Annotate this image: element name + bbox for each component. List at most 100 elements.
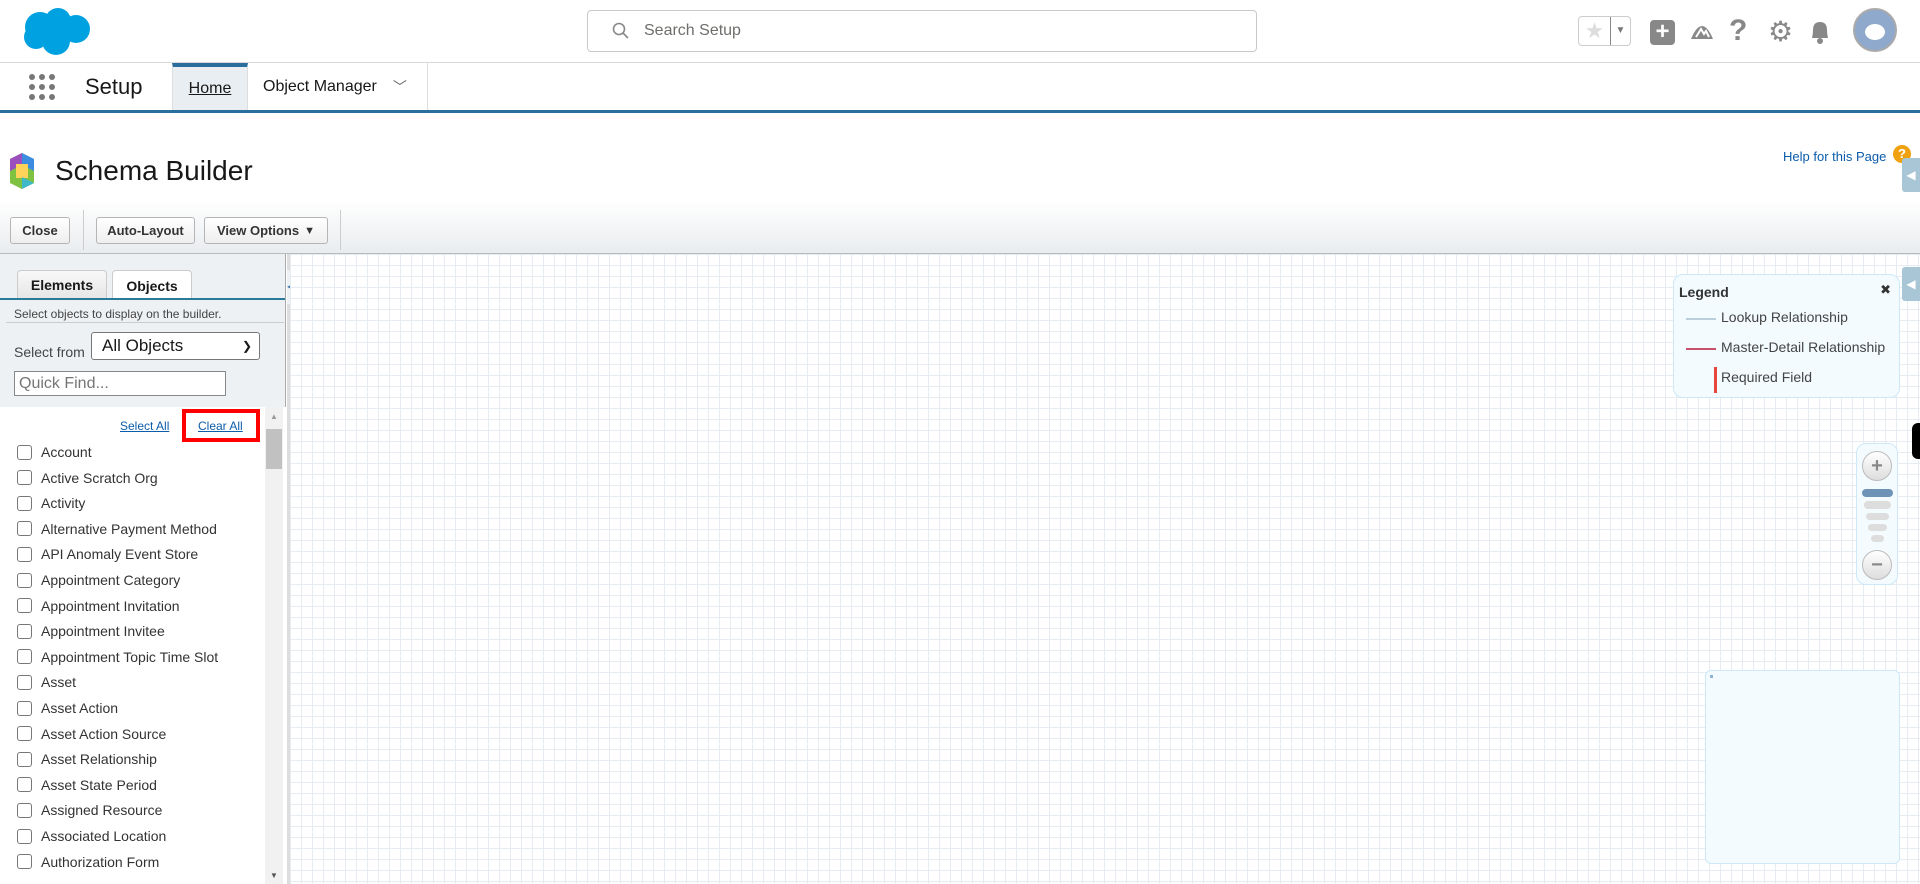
checkbox[interactable] [17,623,32,639]
close-icon[interactable]: ✖ [1880,282,1891,298]
object-label: Appointment Invitation [41,597,180,614]
app-nav-bar: Setup Home Object Manager ﹀ [0,63,1920,110]
help-icon[interactable]: ? [1729,14,1747,48]
select-all-link[interactable]: Select All [120,419,169,433]
zoom-level-1-active[interactable] [1862,489,1893,497]
chevron-down-icon[interactable]: ﹀ [393,77,407,97]
tab-objects[interactable]: Objects [112,270,192,300]
side-tab[interactable] [1912,423,1920,459]
favorites-button[interactable]: ★ ▼ [1578,16,1631,46]
salesforce-logo[interactable] [18,5,94,57]
minimap-viewport[interactable] [1710,675,1713,678]
list-item[interactable]: Asset Action Source [17,726,166,742]
select-from-label: Select from [14,344,85,360]
object-label: Alternative Payment Method [41,520,217,537]
list-item[interactable]: API Anomaly Event Store [17,546,198,562]
tab-underline [0,298,285,300]
add-icon[interactable]: + [1650,20,1675,45]
collapse-right-icon[interactable]: ◀ [1902,158,1920,192]
legend-panel: Legend ✖ Lookup Relationship Master-Deta… [1673,274,1900,398]
legend-item: Lookup Relationship [1721,309,1848,325]
zoom-level-2[interactable] [1864,501,1891,509]
checkbox[interactable] [17,649,32,665]
checkbox[interactable] [17,777,32,793]
list-item[interactable]: Assigned Resource [17,802,162,818]
caret-down-icon: ▼ [304,224,315,237]
zoom-out-button[interactable]: − [1862,550,1892,580]
checkbox[interactable] [17,726,32,742]
checkbox[interactable] [17,674,32,690]
chevron-down-icon[interactable]: ▼ [1610,17,1630,45]
auto-layout-button[interactable]: Auto-Layout [96,217,195,244]
checkbox[interactable] [17,598,32,614]
divider [6,322,284,323]
object-label: Assigned Resource [41,802,163,819]
chevron-down-icon: ❯ [241,339,252,353]
checkbox[interactable] [17,572,32,588]
scroll-up-icon[interactable]: ▲ [270,412,278,421]
star-icon: ★ [1584,18,1605,43]
scroll-down-icon[interactable]: ▼ [270,871,278,880]
checkbox[interactable] [17,854,32,870]
list-item[interactable]: Associated Location [17,828,166,844]
avatar[interactable] [1853,8,1897,52]
zoom-in-button[interactable]: + [1862,451,1892,481]
object-label: Authorization Form [41,853,160,870]
quick-find-input[interactable] [14,371,226,396]
checkbox[interactable] [17,751,32,767]
list-item[interactable]: Alternative Payment Method [17,521,217,537]
clear-all-link[interactable]: Clear All [198,419,243,433]
list-item[interactable]: Appointment Topic Time Slot [17,649,218,665]
help-for-page-link[interactable]: Help for this Page [1783,149,1886,164]
checkbox[interactable] [17,495,32,511]
object-label: Asset [41,674,77,691]
scrollbar[interactable]: ▲ ▼ [265,407,283,884]
zoom-level-5[interactable] [1871,535,1884,542]
checkbox[interactable] [17,700,32,716]
close-button[interactable]: Close [10,217,70,244]
list-item[interactable]: Asset Action [17,700,118,716]
object-label: Active Scratch Org [41,469,158,486]
minimap[interactable] [1705,670,1900,864]
list-item[interactable]: Appointment Invitee [17,623,165,639]
list-item[interactable]: Appointment Invitation [17,598,180,614]
list-item[interactable]: Account [17,444,92,460]
collapse-legend-icon[interactable]: ◀ [1902,267,1920,301]
list-item[interactable]: Active Scratch Org [17,470,158,486]
checkbox[interactable] [17,470,32,486]
checkbox[interactable] [17,828,32,844]
object-label: Activity [41,495,86,512]
toolbar: Close Auto-Layout View Options ▼ [0,200,1920,254]
search-input[interactable]: Search Setup [587,10,1257,52]
checkbox[interactable] [17,444,32,460]
trailhead-icon[interactable] [1689,19,1715,45]
select-from-dropdown[interactable]: All Objects ❯ [91,332,260,360]
list-item[interactable]: Asset State Period [17,777,157,793]
tab-elements[interactable]: Elements [17,270,107,298]
list-item[interactable]: Appointment Category [17,572,180,588]
checkbox[interactable] [17,802,32,818]
checkbox[interactable] [17,521,32,537]
search-icon [612,22,629,39]
list-item[interactable]: Asset Relationship [17,751,157,767]
zoom-level-3[interactable] [1866,513,1889,520]
gear-icon[interactable]: ⚙ [1768,15,1793,48]
tab-home[interactable]: Home [172,63,248,110]
object-label: Asset Relationship [41,751,157,768]
object-label: Appointment Invitee [41,623,165,640]
list-item[interactable]: Asset [17,674,76,690]
bell-icon[interactable] [1808,19,1832,45]
tab-object-manager[interactable]: Object Manager ﹀ [248,63,428,110]
legend-title: Legend [1679,284,1729,300]
list-item[interactable]: Activity [17,495,85,511]
app-launcher-icon[interactable] [28,73,56,101]
master-detail-line-icon [1686,348,1716,350]
object-label: Account [41,444,92,460]
list-item[interactable]: Authorization Form [17,854,159,870]
object-label: Appointment Category [41,572,181,588]
zoom-level-4[interactable] [1868,524,1887,531]
divider [340,210,341,250]
scrollbar-thumb[interactable] [266,429,282,469]
checkbox[interactable] [17,546,32,562]
view-options-button[interactable]: View Options ▼ [204,217,328,244]
